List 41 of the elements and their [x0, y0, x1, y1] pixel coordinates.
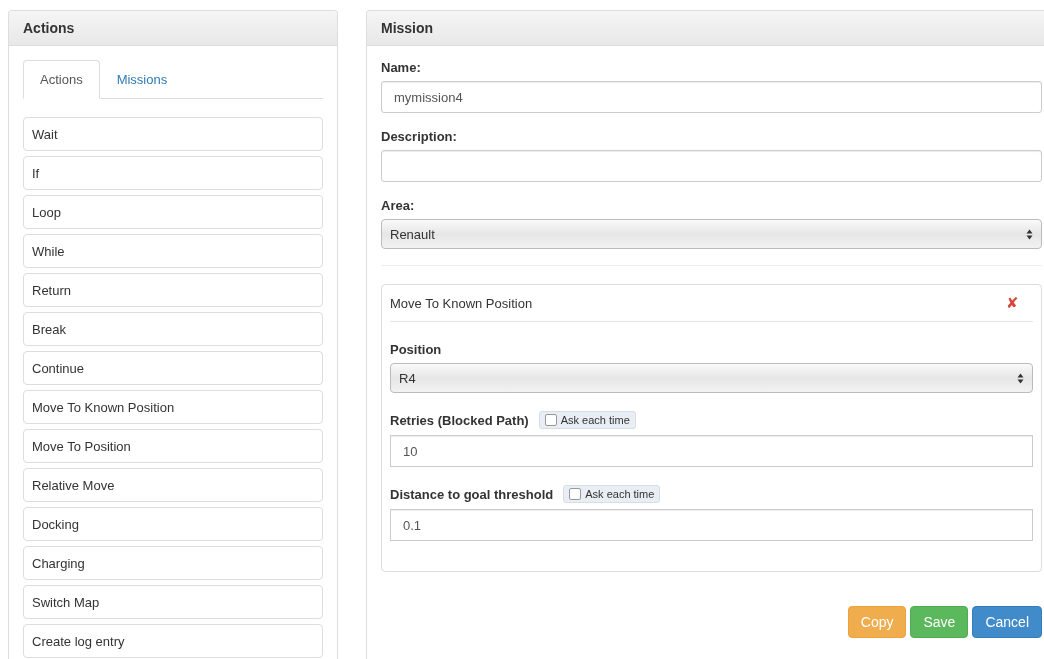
action-item[interactable]: Docking [23, 507, 323, 541]
action-item[interactable]: Move To Known Position [23, 390, 323, 424]
tab[interactable]: Missions [99, 60, 185, 99]
field-label: Retries (Blocked Path) [390, 412, 529, 428]
checkbox-label: Ask each time [560, 414, 630, 426]
action-item[interactable]: If [23, 156, 323, 190]
text-field[interactable] [381, 150, 1042, 182]
checkbox-label: Ask each time [585, 488, 655, 500]
field-label: Distance to goal threshold [390, 486, 554, 502]
field-label: Description: [381, 129, 458, 144]
action-item[interactable]: Return [23, 273, 323, 307]
remove-icon[interactable]: ✘ [1006, 294, 1019, 312]
action-item[interactable]: While [23, 234, 323, 268]
action-item[interactable]: Loop [23, 195, 323, 229]
action-title: Move To Known Position [390, 295, 533, 311]
action-item[interactable]: Switch Map [23, 585, 323, 619]
position-select[interactable]: R4 [390, 363, 1033, 393]
ask-each-time-toggle[interactable]: Ask each time [538, 411, 636, 429]
tab[interactable]: Actions [23, 60, 100, 99]
checkbox[interactable] [569, 488, 582, 500]
action-item[interactable]: Create log entry [23, 624, 323, 658]
action-item[interactable]: Relative Move [23, 468, 323, 502]
action-item[interactable]: Charging [23, 546, 323, 580]
field-label: Area: [381, 198, 416, 213]
action-item[interactable]: Wait [23, 117, 323, 151]
ask-each-time-toggle[interactable]: Ask each time [563, 485, 661, 503]
field-label: Position [390, 342, 442, 357]
action-item[interactable]: Move To Position [23, 429, 323, 463]
select-arrows-icon [1026, 228, 1033, 240]
panel-title: Mission [381, 20, 434, 36]
action-button[interactable]: Cancel [972, 606, 1042, 638]
text-field[interactable]: mymission4 [381, 81, 1042, 113]
field-label: Name: [381, 60, 422, 75]
action-item[interactable]: Continue [23, 351, 323, 385]
panel-title: Actions [23, 20, 75, 36]
text-field[interactable]: 0.1 [390, 509, 1033, 541]
action-item[interactable]: Break [23, 312, 323, 346]
area-select[interactable]: Renault [381, 219, 1042, 249]
text-field[interactable]: 10 [390, 435, 1033, 467]
select-arrows-icon [1017, 372, 1024, 384]
checkbox[interactable] [544, 414, 557, 426]
